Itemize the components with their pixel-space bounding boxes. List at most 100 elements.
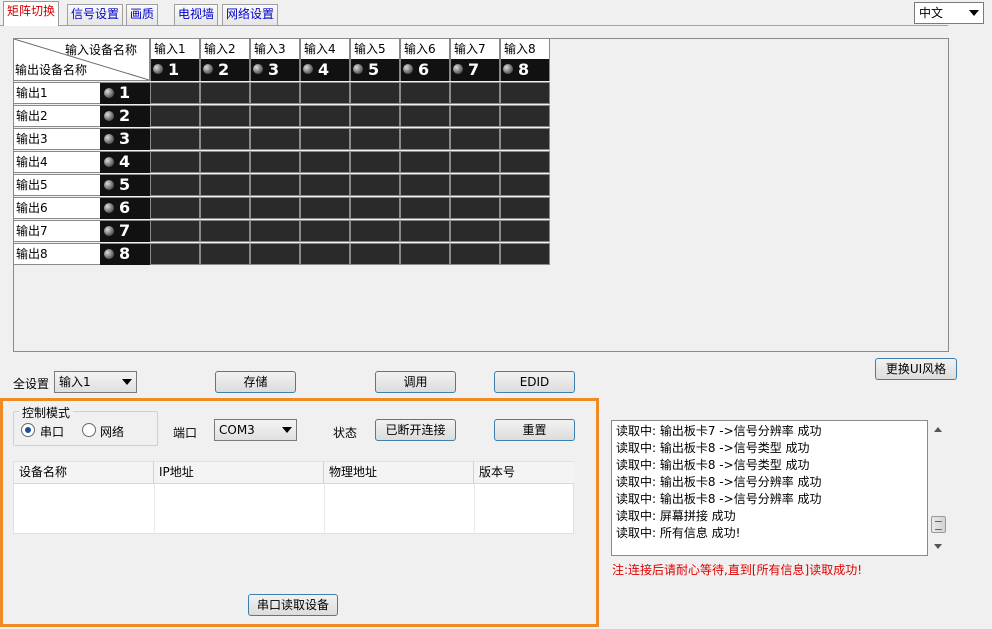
change-ui-style-button[interactable]: 更换UI风格: [875, 358, 957, 380]
matrix-cell[interactable]: [300, 151, 350, 173]
matrix-cell[interactable]: [150, 151, 200, 173]
matrix-cell[interactable]: [500, 243, 550, 265]
matrix-cell[interactable]: [400, 151, 450, 173]
matrix-cell[interactable]: [450, 105, 500, 127]
matrix-cell[interactable]: [450, 220, 500, 242]
serial-read-device-button[interactable]: 串口读取设备: [248, 594, 338, 616]
log-box[interactable]: 读取中: 输出板卡7 ->信号分辨率 成功 读取中: 输出板卡8 ->信号类型 …: [611, 420, 928, 556]
device-name-column-header[interactable]: 设备名称: [14, 462, 154, 484]
matrix-cell[interactable]: [250, 174, 300, 196]
output-row-header-6[interactable]: 输出6 6: [13, 197, 150, 219]
matrix-cell[interactable]: [200, 174, 250, 196]
matrix-cell[interactable]: [500, 128, 550, 150]
tab-network-settings[interactable]: 网络设置: [222, 4, 279, 25]
matrix-cell[interactable]: [500, 197, 550, 219]
matrix-cell[interactable]: [350, 174, 400, 196]
tab-signal-settings[interactable]: 信号设置: [67, 4, 124, 25]
matrix-cell[interactable]: [500, 105, 550, 127]
output-row-header-3[interactable]: 输出3 3: [13, 128, 150, 150]
mac-address-column-header[interactable]: 物理地址: [324, 462, 474, 484]
input-column-header-3[interactable]: 输入3 3: [250, 38, 300, 81]
matrix-cell[interactable]: [250, 220, 300, 242]
input-column-header-2[interactable]: 输入2 2: [200, 38, 250, 81]
matrix-cell[interactable]: [350, 243, 400, 265]
matrix-cell[interactable]: [350, 151, 400, 173]
edid-button[interactable]: EDID: [494, 371, 575, 393]
version-column-header[interactable]: 版本号: [474, 462, 574, 484]
matrix-cell[interactable]: [400, 220, 450, 242]
scroll-up-icon[interactable]: [934, 427, 942, 432]
language-select[interactable]: 中文: [914, 2, 984, 24]
matrix-cell[interactable]: [150, 197, 200, 219]
connection-status-button[interactable]: 已断开连接: [375, 419, 456, 441]
matrix-cell[interactable]: [200, 105, 250, 127]
matrix-cell[interactable]: [150, 82, 200, 104]
matrix-cell[interactable]: [400, 243, 450, 265]
matrix-cell[interactable]: [250, 82, 300, 104]
matrix-cell[interactable]: [450, 82, 500, 104]
matrix-cell[interactable]: [350, 128, 400, 150]
matrix-cell[interactable]: [400, 105, 450, 127]
output-row-header-4[interactable]: 输出4 4: [13, 151, 150, 173]
tab-matrix-switch[interactable]: 矩阵切换: [3, 1, 60, 26]
serial-radio[interactable]: [21, 423, 35, 437]
output-row-header-5[interactable]: 输出5 5: [13, 174, 150, 196]
matrix-cell[interactable]: [200, 128, 250, 150]
matrix-cell[interactable]: [300, 174, 350, 196]
matrix-cell[interactable]: [300, 220, 350, 242]
tab-video-wall[interactable]: 电视墙: [174, 4, 219, 25]
matrix-cell[interactable]: [200, 151, 250, 173]
all-set-select[interactable]: 输入1: [54, 371, 137, 393]
matrix-cell[interactable]: [200, 82, 250, 104]
input-column-header-5[interactable]: 输入5 5: [350, 38, 400, 81]
input-column-header-1[interactable]: 输入1 1: [150, 38, 200, 81]
recall-button[interactable]: 调用: [375, 371, 456, 393]
matrix-cell[interactable]: [250, 197, 300, 219]
matrix-cell[interactable]: [450, 197, 500, 219]
matrix-cell[interactable]: [500, 174, 550, 196]
matrix-cell[interactable]: [450, 151, 500, 173]
matrix-cell[interactable]: [150, 128, 200, 150]
matrix-cell[interactable]: [250, 128, 300, 150]
scroll-down-icon[interactable]: [934, 544, 942, 549]
output-row-header-2[interactable]: 输出2 2: [13, 105, 150, 127]
matrix-cell[interactable]: [350, 82, 400, 104]
log-scrollbar[interactable]: [930, 420, 947, 556]
matrix-cell[interactable]: [200, 220, 250, 242]
reset-button[interactable]: 重置: [494, 419, 575, 441]
matrix-cell[interactable]: [500, 82, 550, 104]
matrix-cell[interactable]: [450, 128, 500, 150]
matrix-cell[interactable]: [250, 105, 300, 127]
matrix-cell[interactable]: [400, 128, 450, 150]
matrix-cell[interactable]: [200, 197, 250, 219]
matrix-cell[interactable]: [150, 174, 200, 196]
matrix-cell[interactable]: [400, 197, 450, 219]
matrix-cell[interactable]: [250, 151, 300, 173]
ip-address-column-header[interactable]: IP地址: [154, 462, 324, 484]
port-select[interactable]: COM3: [214, 419, 297, 441]
output-row-header-7[interactable]: 输出7 7: [13, 220, 150, 242]
matrix-cell[interactable]: [400, 82, 450, 104]
matrix-cell[interactable]: [400, 174, 450, 196]
input-column-header-4[interactable]: 输入4 4: [300, 38, 350, 81]
save-button[interactable]: 存储: [215, 371, 296, 393]
output-row-header-1[interactable]: 输出1 1: [13, 82, 150, 104]
matrix-cell[interactable]: [150, 220, 200, 242]
matrix-cell[interactable]: [300, 243, 350, 265]
matrix-cell[interactable]: [300, 128, 350, 150]
matrix-cell[interactable]: [500, 220, 550, 242]
output-row-header-8[interactable]: 输出8 8: [13, 243, 150, 265]
matrix-cell[interactable]: [300, 197, 350, 219]
input-column-header-6[interactable]: 输入6 6: [400, 38, 450, 81]
matrix-cell[interactable]: [350, 105, 400, 127]
matrix-cell[interactable]: [300, 105, 350, 127]
matrix-cell[interactable]: [250, 243, 300, 265]
matrix-cell[interactable]: [450, 174, 500, 196]
matrix-cell[interactable]: [200, 243, 250, 265]
matrix-cell[interactable]: [450, 243, 500, 265]
input-column-header-7[interactable]: 输入7 7: [450, 38, 500, 81]
input-column-header-8[interactable]: 输入8 8: [500, 38, 550, 81]
matrix-cell[interactable]: [300, 82, 350, 104]
matrix-cell[interactable]: [150, 105, 200, 127]
tab-picture-quality[interactable]: 画质: [126, 4, 159, 25]
